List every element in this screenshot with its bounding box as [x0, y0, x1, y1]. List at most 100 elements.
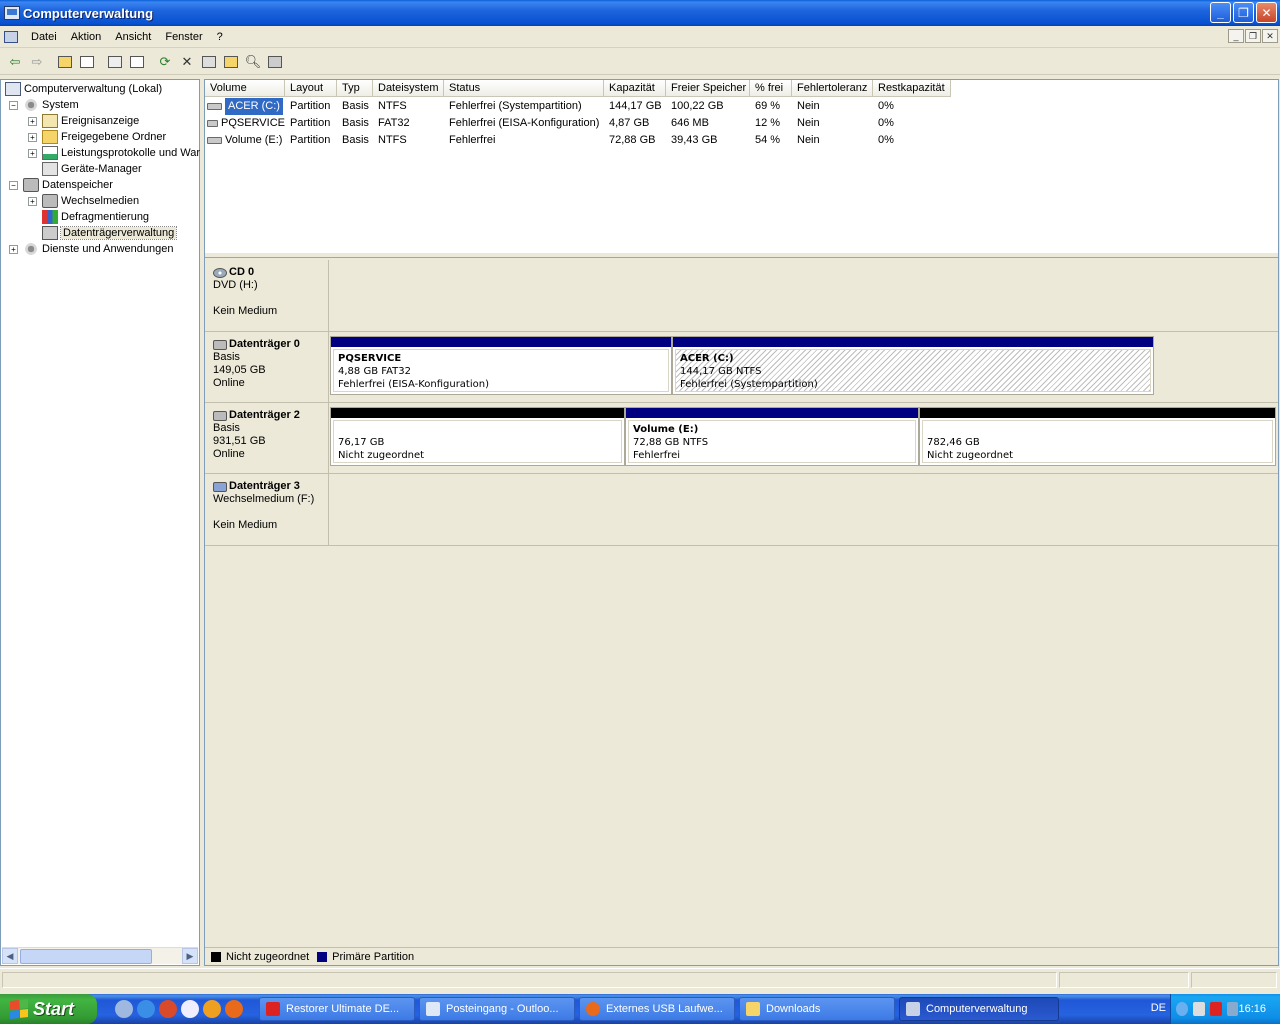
- quicklaunch-app-icon[interactable]: [181, 1000, 199, 1018]
- close-button[interactable]: ✕: [1256, 2, 1277, 23]
- type-cell: Basis: [342, 100, 369, 112]
- disk-row-disk0[interactable]: Datenträger 0 Basis 149,05 GB Online PQS…: [205, 332, 1278, 403]
- show-tree-icon[interactable]: [76, 52, 98, 72]
- disk-label[interactable]: Datenträger 2 Basis 931,51 GB Online: [205, 403, 329, 473]
- quicklaunch-app-icon[interactable]: [115, 1000, 133, 1018]
- scroll-left-icon[interactable]: ◀: [2, 948, 18, 964]
- disk-row-disk3[interactable]: Datenträger 3 Wechselmedium (F:) Kein Me…: [205, 474, 1278, 546]
- tree-item-root[interactable]: Computerverwaltung (Lokal): [5, 81, 162, 97]
- search-icon[interactable]: 🔍︎: [242, 52, 264, 72]
- child-restore-button[interactable]: ❐: [1245, 29, 1261, 43]
- task-computer-management[interactable]: Computerverwaltung: [899, 997, 1059, 1021]
- volume-row[interactable]: Volume (E:) Partition Basis NTFS Fehlerf…: [205, 132, 1278, 149]
- settings-icon[interactable]: [264, 52, 286, 72]
- volume-row[interactable]: PQSERVICE Partition Basis FAT32 Fehlerfr…: [205, 115, 1278, 132]
- child-close-button[interactable]: ✕: [1262, 29, 1278, 43]
- properties2-icon[interactable]: [198, 52, 220, 72]
- tree-horizontal-scrollbar[interactable]: ◀ ▶: [2, 947, 198, 964]
- scroll-thumb[interactable]: [20, 948, 152, 964]
- expand-icon[interactable]: +: [28, 148, 37, 158]
- tree-item-system[interactable]: − System: [9, 97, 79, 113]
- menu-ansicht[interactable]: Ansicht: [108, 31, 158, 43]
- menu-aktion[interactable]: Aktion: [64, 31, 109, 43]
- collapse-icon[interactable]: −: [9, 180, 18, 190]
- partition-pqservice[interactable]: PQSERVICE 4,88 GB FAT32 Fehlerfrei (EISA…: [330, 336, 672, 395]
- partition-volume-e[interactable]: Volume (E:) 72,88 GB NTFS Fehlerfrei: [625, 407, 919, 466]
- tree-item-removable-storage[interactable]: + Wechselmedien: [28, 193, 139, 209]
- column-header-status[interactable]: Status: [444, 80, 604, 97]
- column-header-volume[interactable]: Volume: [205, 80, 285, 97]
- mmc-system-menu-icon[interactable]: [4, 30, 18, 43]
- partition-bar: [626, 408, 918, 418]
- clock[interactable]: 16:16: [1238, 1003, 1266, 1015]
- scroll-right-icon[interactable]: ▶: [182, 948, 198, 964]
- tray-network-icon[interactable]: [1226, 1002, 1239, 1016]
- menu-help[interactable]: ?: [210, 31, 230, 43]
- disk-row-cd0[interactable]: CD 0 DVD (H:) Kein Medium: [205, 260, 1278, 332]
- partition-content: Volume (E:) 72,88 GB NTFS Fehlerfrei: [628, 420, 916, 463]
- tree-item-disk-management[interactable]: Datenträgerverwaltung: [28, 225, 178, 241]
- up-folder-icon[interactable]: [54, 52, 76, 72]
- volume-row[interactable]: ACER (C:) Partition Basis NTFS Fehlerfre…: [205, 98, 1278, 115]
- tree-item-shared-folders[interactable]: + Freigegebene Ordner: [28, 129, 166, 145]
- language-indicator[interactable]: DE: [1151, 1002, 1166, 1014]
- tree-item-services[interactable]: + Dienste und Anwendungen: [9, 241, 174, 257]
- expand-icon[interactable]: +: [28, 132, 37, 142]
- media-player-icon[interactable]: [203, 1000, 221, 1018]
- column-header-capacity[interactable]: Kapazität: [604, 80, 666, 97]
- column-header-overhead[interactable]: Restkapazität: [873, 80, 951, 97]
- tree-item-defrag[interactable]: Defragmentierung: [28, 209, 149, 225]
- tree-item-device-manager[interactable]: Geräte-Manager: [28, 161, 142, 177]
- restore-button[interactable]: ❐: [1233, 2, 1254, 23]
- partition-acer-c[interactable]: ACER (C:) 144,17 GB NTFS Fehlerfrei (Sys…: [672, 336, 1154, 395]
- refresh-icon[interactable]: ⟳: [154, 52, 176, 72]
- properties-icon[interactable]: [104, 52, 126, 72]
- child-minimize-button[interactable]: _: [1228, 29, 1244, 43]
- partition-unallocated-2[interactable]: 782,46 GB Nicht zugeordnet: [919, 407, 1276, 466]
- internet-explorer-icon[interactable]: [137, 1000, 155, 1018]
- column-header-fault-tolerance[interactable]: Fehlertoleranz: [792, 80, 873, 97]
- task-downloads[interactable]: Downloads: [739, 997, 895, 1021]
- legend-item-primary: Primäre Partition: [317, 951, 414, 963]
- open-icon[interactable]: [220, 52, 242, 72]
- capacity-cell: 72,88 GB: [609, 134, 656, 146]
- back-icon[interactable]: ⇦: [4, 52, 26, 72]
- help-icon[interactable]: [126, 52, 148, 72]
- expand-icon[interactable]: +: [9, 244, 18, 254]
- disk-label[interactable]: Datenträger 0 Basis 149,05 GB Online: [205, 332, 329, 402]
- partition-status: Fehlerfrei (EISA-Konfiguration): [338, 379, 489, 390]
- column-header-layout[interactable]: Layout: [285, 80, 337, 97]
- disk-label[interactable]: Datenträger 3 Wechselmedium (F:) Kein Me…: [205, 474, 329, 545]
- column-header-filesystem[interactable]: Dateisystem: [373, 80, 444, 97]
- fault-tolerance-cell: Nein: [797, 117, 820, 129]
- column-header-type[interactable]: Typ: [337, 80, 373, 97]
- tray-antivirus-icon[interactable]: [1209, 1002, 1222, 1016]
- disk-row-disk2[interactable]: Datenträger 2 Basis 931,51 GB Online 76,…: [205, 403, 1278, 474]
- tree-item-eventlog[interactable]: + Ereignisanzeige: [28, 113, 139, 129]
- tray-arrow-icon[interactable]: [1176, 1002, 1188, 1016]
- menu-fenster[interactable]: Fenster: [158, 31, 209, 43]
- firefox-icon[interactable]: [225, 1000, 243, 1018]
- task-outlook[interactable]: Posteingang - Outloo...: [419, 997, 575, 1021]
- disk-label[interactable]: CD 0 DVD (H:) Kein Medium: [205, 260, 329, 331]
- collapse-icon[interactable]: −: [9, 100, 18, 110]
- forward-icon[interactable]: ⇨: [26, 52, 48, 72]
- partition-unallocated-1[interactable]: 76,17 GB Nicht zugeordnet: [330, 407, 625, 466]
- task-firefox[interactable]: Externes USB Laufwe...: [579, 997, 735, 1021]
- pane-splitter[interactable]: [205, 252, 1278, 258]
- expand-icon[interactable]: +: [28, 196, 37, 206]
- expand-icon[interactable]: +: [28, 116, 37, 126]
- partition-status: Fehlerfrei (Systempartition): [680, 379, 818, 390]
- tree-item-storage[interactable]: − Datenspeicher: [9, 177, 113, 193]
- quicklaunch-app-icon[interactable]: [159, 1000, 177, 1018]
- removable-storage-icon: [42, 194, 58, 208]
- column-header-free-space[interactable]: Freier Speicher: [666, 80, 750, 97]
- delete-icon[interactable]: ✕: [176, 52, 198, 72]
- tree-item-perf-logs[interactable]: + Leistungsprotokolle und War: [28, 145, 200, 161]
- minimize-button[interactable]: _: [1210, 2, 1231, 23]
- column-header-percent-free[interactable]: % frei: [750, 80, 792, 97]
- start-button[interactable]: Start: [0, 994, 97, 1024]
- menu-datei[interactable]: Datei: [24, 31, 64, 43]
- tray-app-icon[interactable]: [1192, 1002, 1205, 1016]
- task-restorer[interactable]: Restorer Ultimate DE...: [259, 997, 415, 1021]
